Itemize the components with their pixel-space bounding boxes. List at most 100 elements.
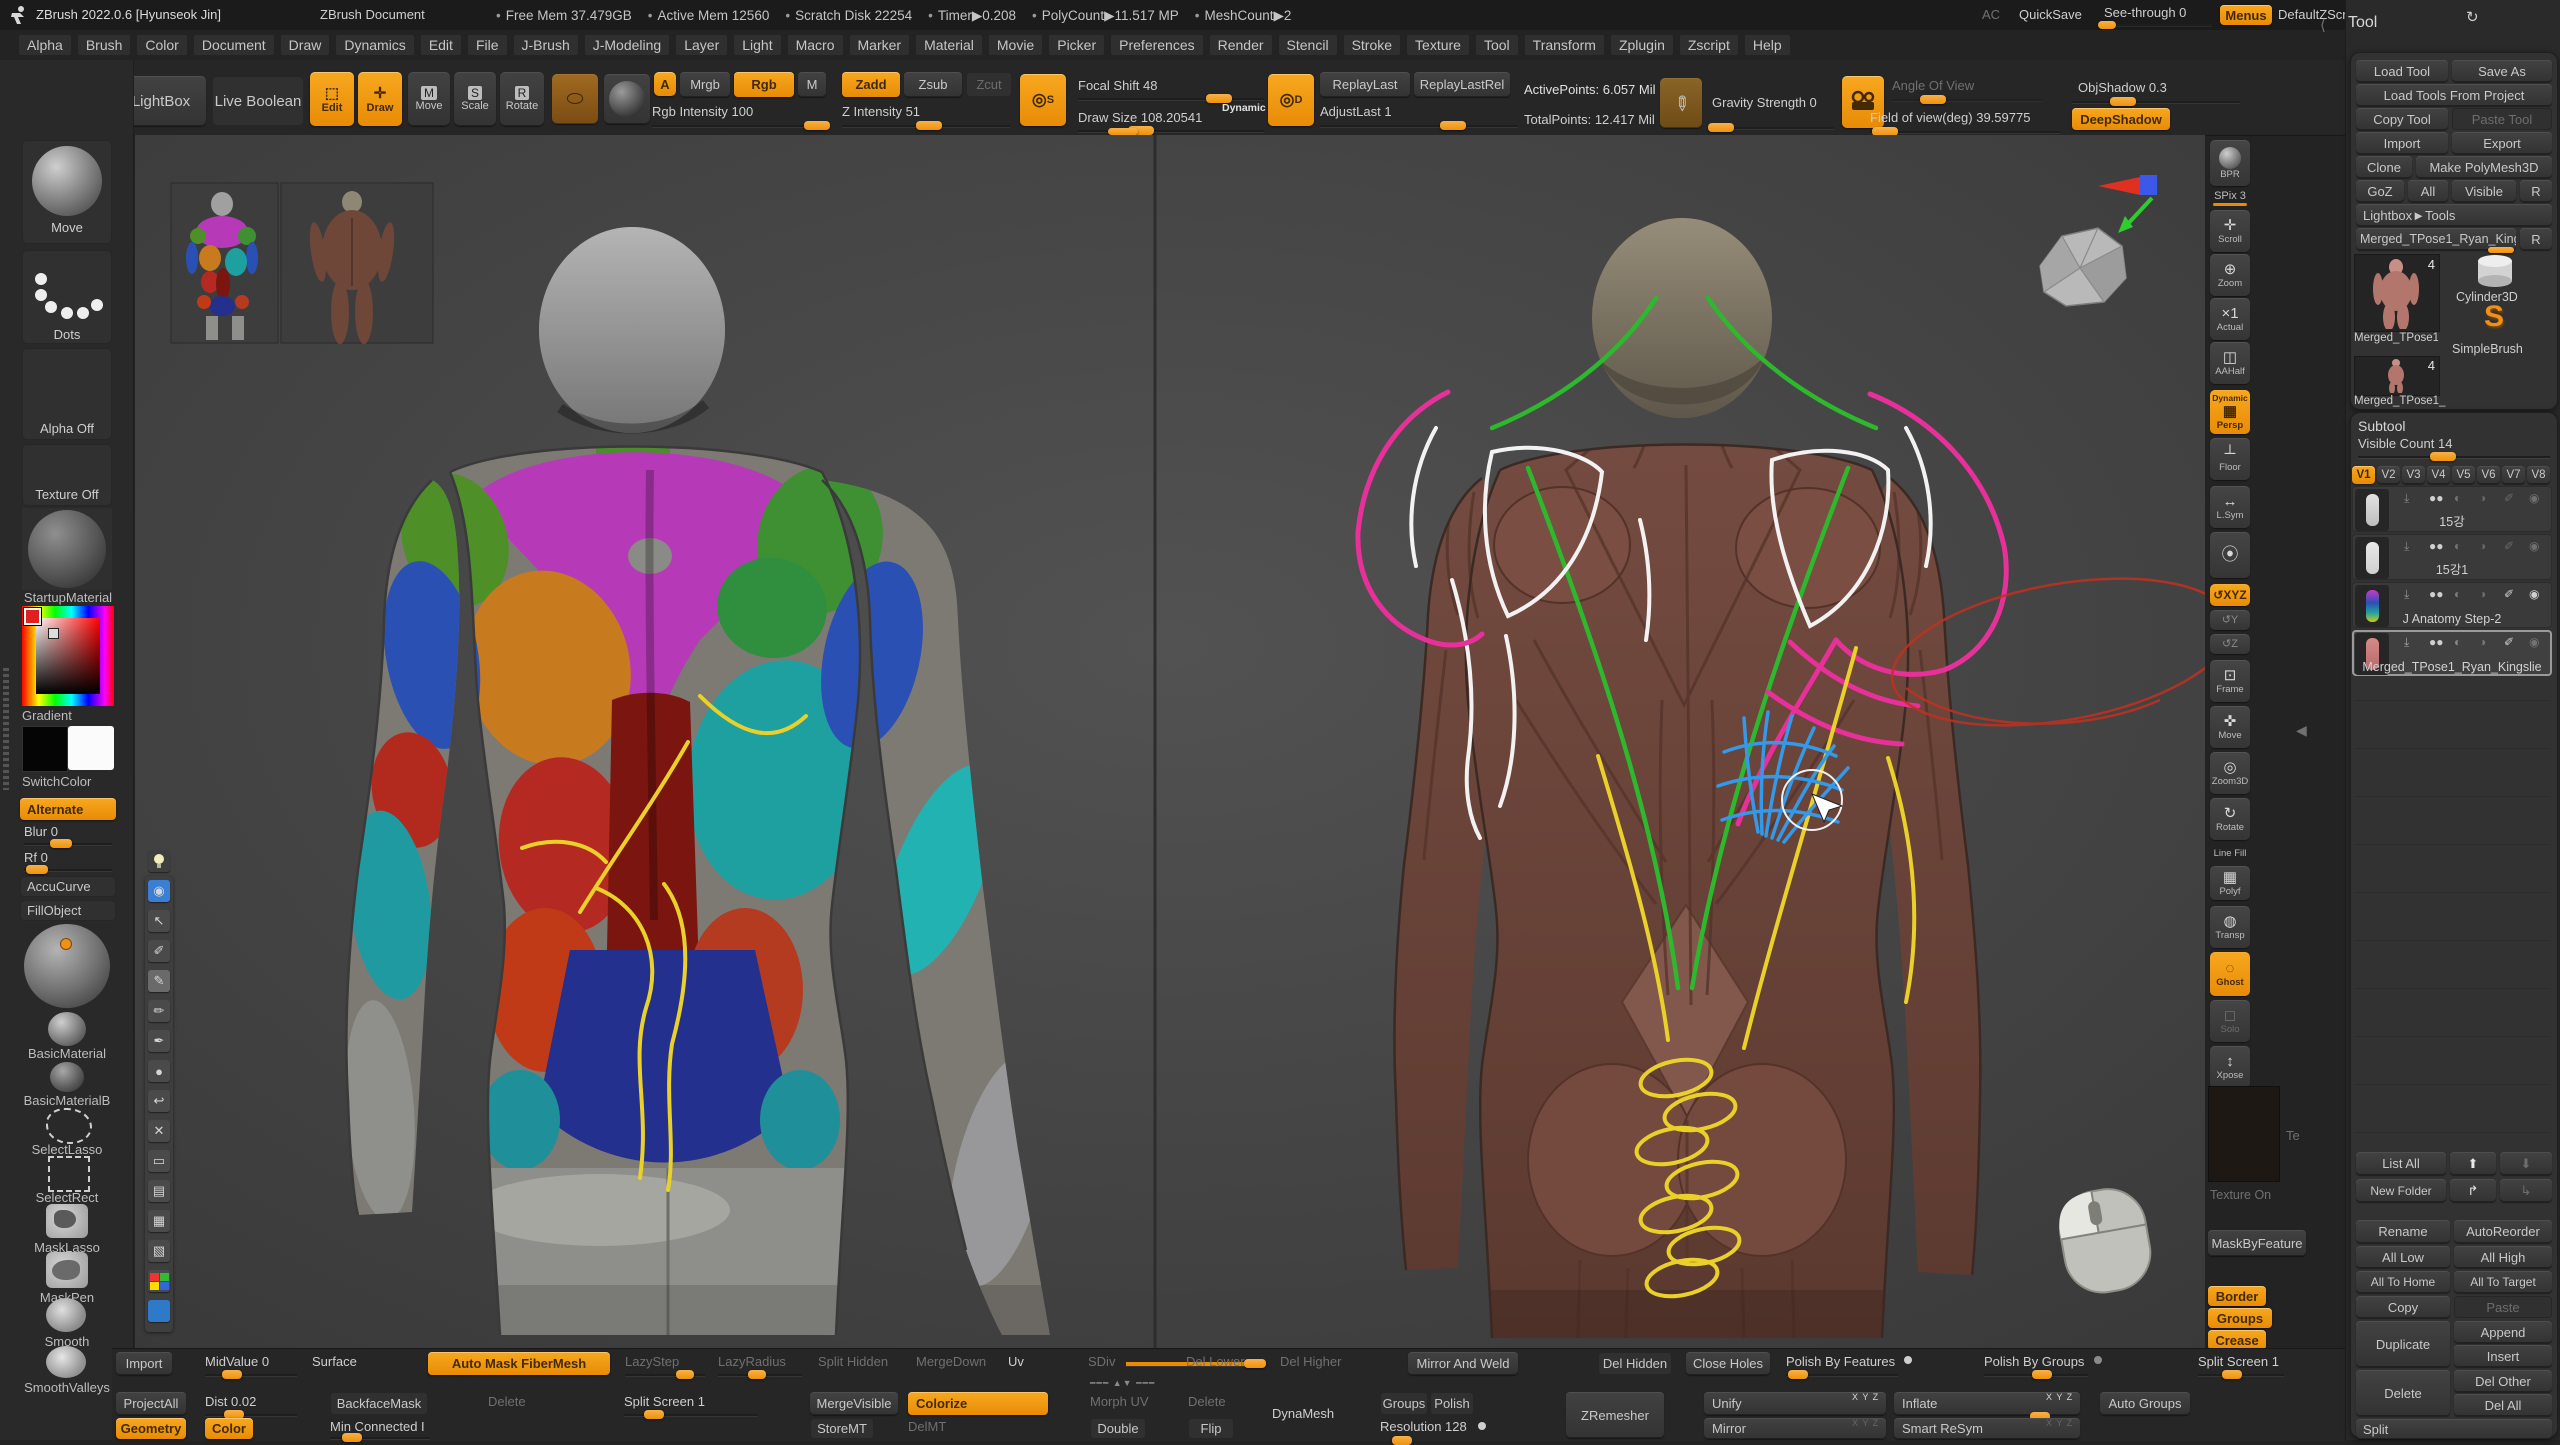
cylinder3d-icon[interactable] [2470,254,2520,288]
rgb-button[interactable]: Rgb [734,72,794,97]
blue-swatch-icon[interactable] [148,1300,170,1322]
image-icon[interactable]: ▤ [148,1180,170,1202]
blur-slider[interactable]: Blur 0 [24,824,58,839]
subtool-item-1[interactable]: ⤓●●◐◑✐◉15강1 [2352,534,2552,580]
delete-dim-button[interactable]: Delete [488,1394,526,1409]
menu-document[interactable]: Document [193,34,275,56]
polyf-button[interactable]: ▦Polyf [2210,866,2250,900]
min-connected-slider[interactable]: Min Connected I [330,1419,425,1434]
crease-button[interactable]: Crease [2208,1330,2266,1350]
dynamic-label[interactable]: Dynamic [1222,102,1266,114]
groups-mode-button[interactable]: Groups [1380,1392,1428,1415]
auto-mask-fibermesh-button[interactable]: Auto Mask FiberMesh [428,1352,610,1375]
frame-button[interactable]: ⊡Frame [2210,660,2250,702]
xpose-button[interactable]: ↕Xpose [2210,1046,2250,1088]
projectall-button[interactable]: ProjectAll [116,1392,186,1415]
delmt-button[interactable]: DelMT [908,1419,946,1434]
polish-mode-button[interactable]: Polish [1430,1392,1474,1415]
resolution-slider[interactable]: Resolution 128 [1380,1419,1467,1434]
texture-slot[interactable]: Texture Off [22,444,112,506]
floor-button[interactable]: ┴Floor [2210,438,2250,480]
linefill-button[interactable]: Line Fill [2210,844,2250,862]
paste-subtool-button[interactable]: Paste [2454,1296,2552,1318]
dist-slider[interactable]: Dist 0.02 [205,1394,256,1409]
import-button[interactable]: Import [116,1352,172,1375]
tray-collapse-icon[interactable]: ⟨ [2320,16,2326,34]
mirror-and-weld-button[interactable]: Mirror And Weld [1408,1352,1518,1375]
morph-uv-button[interactable]: Morph UV [1090,1394,1149,1409]
goz-all-button[interactable]: All [2408,180,2448,202]
zoom-button[interactable]: ⊕Zoom [2210,254,2250,296]
move-up-button[interactable]: ⬆ [2450,1152,2496,1175]
subtool-tab-v4[interactable]: V4 [2427,466,2450,484]
subtool-tab-v2[interactable]: V2 [2377,466,2400,484]
tool-thumbnail-small[interactable]: 4 [2354,356,2440,396]
alpha-badge[interactable]: A [654,72,676,96]
border-button[interactable]: Border [2208,1286,2266,1306]
split-screen-left-slider[interactable]: Split Screen 1 [624,1394,705,1409]
xyz-button[interactable]: ↺XYZ [2210,584,2250,606]
tool-thumbnail-big[interactable]: 4 [2354,254,2440,332]
all-to-home-button[interactable]: All To Home [2356,1271,2450,1293]
auto-reorder-button[interactable]: AutoReorder [2454,1220,2552,1243]
menu-render[interactable]: Render [1209,34,1273,56]
spix-button[interactable]: SPix 3 [2210,190,2250,206]
pencil-icon[interactable]: ✏ [148,1000,170,1022]
rotz-button[interactable]: ↺Z [2210,634,2250,654]
lightbulb-icon[interactable] [148,850,170,872]
del-higher-button[interactable]: Del Higher [1280,1354,1341,1369]
duplicate-button[interactable]: Duplicate [2356,1321,2450,1367]
split-hidden-button[interactable]: Split Hidden [818,1354,888,1369]
visible-count-slider[interactable]: Visible Count 14 [2358,436,2452,451]
menu-help[interactable]: Help [1744,34,1791,56]
lazystep-slider[interactable]: LazyStep [625,1354,679,1369]
smooth-icon[interactable] [46,1298,86,1332]
insert-button[interactable]: Insert [2454,1345,2552,1367]
append-button[interactable]: Append [2454,1321,2552,1343]
dot-icon[interactable]: ● [148,1060,170,1082]
del-other-button[interactable]: Del Other [2454,1370,2552,1392]
delete-subtool-button[interactable]: Delete [2356,1370,2450,1416]
new-folder-button[interactable]: New Folder [2356,1179,2446,1202]
delete-dim2-button[interactable]: Delete [1188,1394,1226,1409]
menu-j-brush[interactable]: J-Brush [513,34,579,56]
see-through-track[interactable] [2100,24,2212,26]
color-button[interactable]: Color [205,1418,253,1439]
select-lasso-icon[interactable] [46,1108,92,1144]
auto-groups-button[interactable]: Auto Groups [2100,1392,2190,1415]
document-thumbnail-1[interactable] [171,183,278,343]
rgb-intensity-slider[interactable]: Rgb Intensity 100 [652,104,753,119]
dynamesh-label[interactable]: DynaMesh [1272,1406,1334,1421]
camlock-button[interactable]: ⦿ [2210,532,2250,578]
geometry-button[interactable]: Geometry [116,1418,186,1439]
lightbox-tools-button[interactable]: Lightbox►Tools [2356,204,2552,226]
import-tool-button[interactable]: Import [2356,132,2448,154]
see-through-knob[interactable] [2098,21,2116,29]
mask-lasso-icon[interactable] [46,1204,88,1238]
draw-size-icon-button[interactable]: ◎D [1268,74,1314,126]
reset-icon[interactable]: ↻ [2466,8,2479,26]
gradient-label[interactable]: Gradient [22,708,112,723]
quicksave-button[interactable]: QuickSave [2019,7,2082,22]
mergedown-button[interactable]: MergeDown [916,1354,986,1369]
split-button[interactable]: Split [2356,1419,2552,1439]
move-to-top-button[interactable]: ↱ [2450,1179,2496,1202]
make-polymesh3d-button[interactable]: Make PolyMesh3D [2416,156,2552,178]
menu-brush[interactable]: Brush [77,34,132,56]
uv-button[interactable]: Uv [1008,1354,1024,1369]
subtool-item-3[interactable]: ⤓●●◐◑✐◉Merged_TPose1_Ryan_Kingslie [2352,630,2552,676]
smooth-valleys-icon[interactable] [46,1346,86,1378]
simple-brush-icon[interactable]: S [2484,300,2504,334]
document-thumbnail-2[interactable] [281,183,433,344]
rotate3d-button[interactable]: ↻Rotate [2210,798,2250,840]
draw-size-slider[interactable]: Draw Size 108.20541 [1078,110,1202,125]
texture-preview[interactable] [2208,1086,2280,1182]
shelf-grip[interactable] [1108,128,1138,135]
menu-tool[interactable]: Tool [1475,34,1519,56]
eye-icon[interactable]: ◉ [148,880,170,902]
edit-button[interactable]: ⬚Edit [310,72,354,126]
replay-last-button[interactable]: ReplayLast [1320,72,1410,97]
gravity-strength-slider[interactable]: Gravity Strength 0 [1712,95,1817,110]
clipboard-icon[interactable]: ▧ [148,1240,170,1262]
current-material-preview[interactable] [604,74,650,124]
